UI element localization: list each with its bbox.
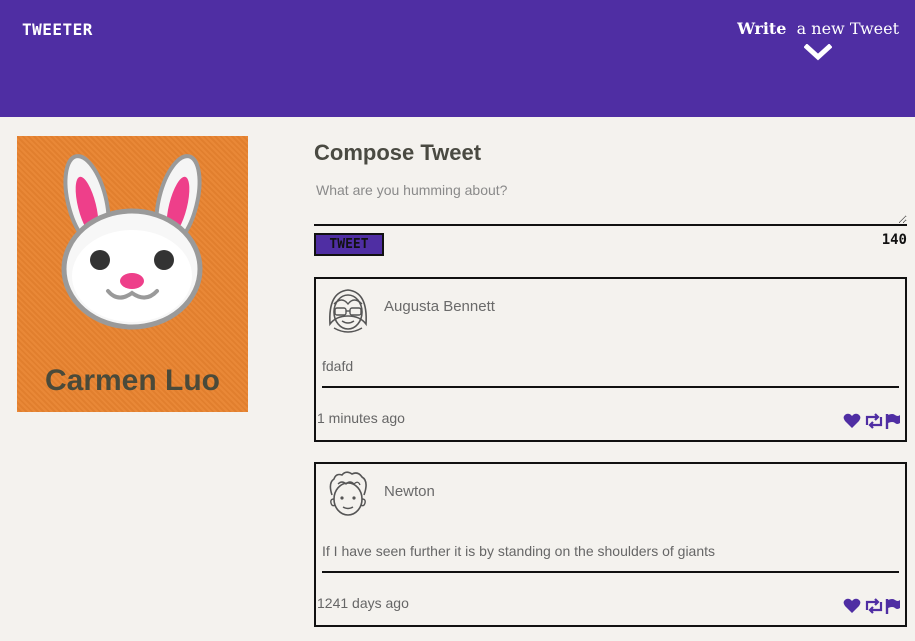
top-nav: Tweeter Write a new Tweet	[0, 0, 915, 117]
retweet-icon[interactable]	[864, 598, 883, 614]
glasses-girl-avatar-icon	[329, 289, 367, 333]
profile-name: Carmen Luo	[44, 364, 221, 397]
tweet-button[interactable]: Tweet	[314, 233, 384, 256]
tweet-card: Augusta Bennett fdafd 1 minutes ago	[314, 277, 907, 442]
profile-card: Carmen Luo	[17, 136, 248, 412]
heart-icon[interactable]	[843, 413, 861, 429]
compose-title: Compose Tweet	[314, 140, 482, 165]
chevron-down-icon[interactable]	[804, 44, 833, 62]
tweet-username[interactable]: Newton	[384, 483, 435, 500]
tweet-card: Newton If I have seen further it is by s…	[314, 462, 907, 627]
write-tweet-toggle[interactable]: Write a new Tweet	[737, 19, 899, 62]
tweet-timestamp: 1241 days ago	[317, 595, 409, 611]
flag-icon[interactable]	[885, 598, 903, 614]
tweet-text: fdafd	[322, 358, 354, 374]
tweet-actions	[843, 413, 903, 429]
write-label: Write	[737, 19, 787, 38]
tweet-divider	[322, 386, 899, 388]
new-tweet-label: a new Tweet	[796, 19, 899, 38]
flag-icon[interactable]	[885, 413, 903, 429]
tweet-input[interactable]	[314, 178, 907, 226]
tweet-timestamp: 1 minutes ago	[317, 410, 405, 426]
curly-hair-avatar-icon	[329, 471, 367, 516]
bunny-avatar-icon	[61, 154, 203, 330]
char-counter: 140	[881, 232, 907, 248]
tweet-actions	[843, 598, 903, 614]
tweet-username[interactable]: Augusta Bennett	[384, 298, 495, 315]
tweet-divider	[322, 571, 899, 573]
app-logo[interactable]: Tweeter	[22, 20, 93, 39]
tweet-text: If I have seen further it is by standing…	[322, 543, 716, 559]
retweet-icon[interactable]	[864, 413, 883, 429]
heart-icon[interactable]	[843, 598, 861, 614]
